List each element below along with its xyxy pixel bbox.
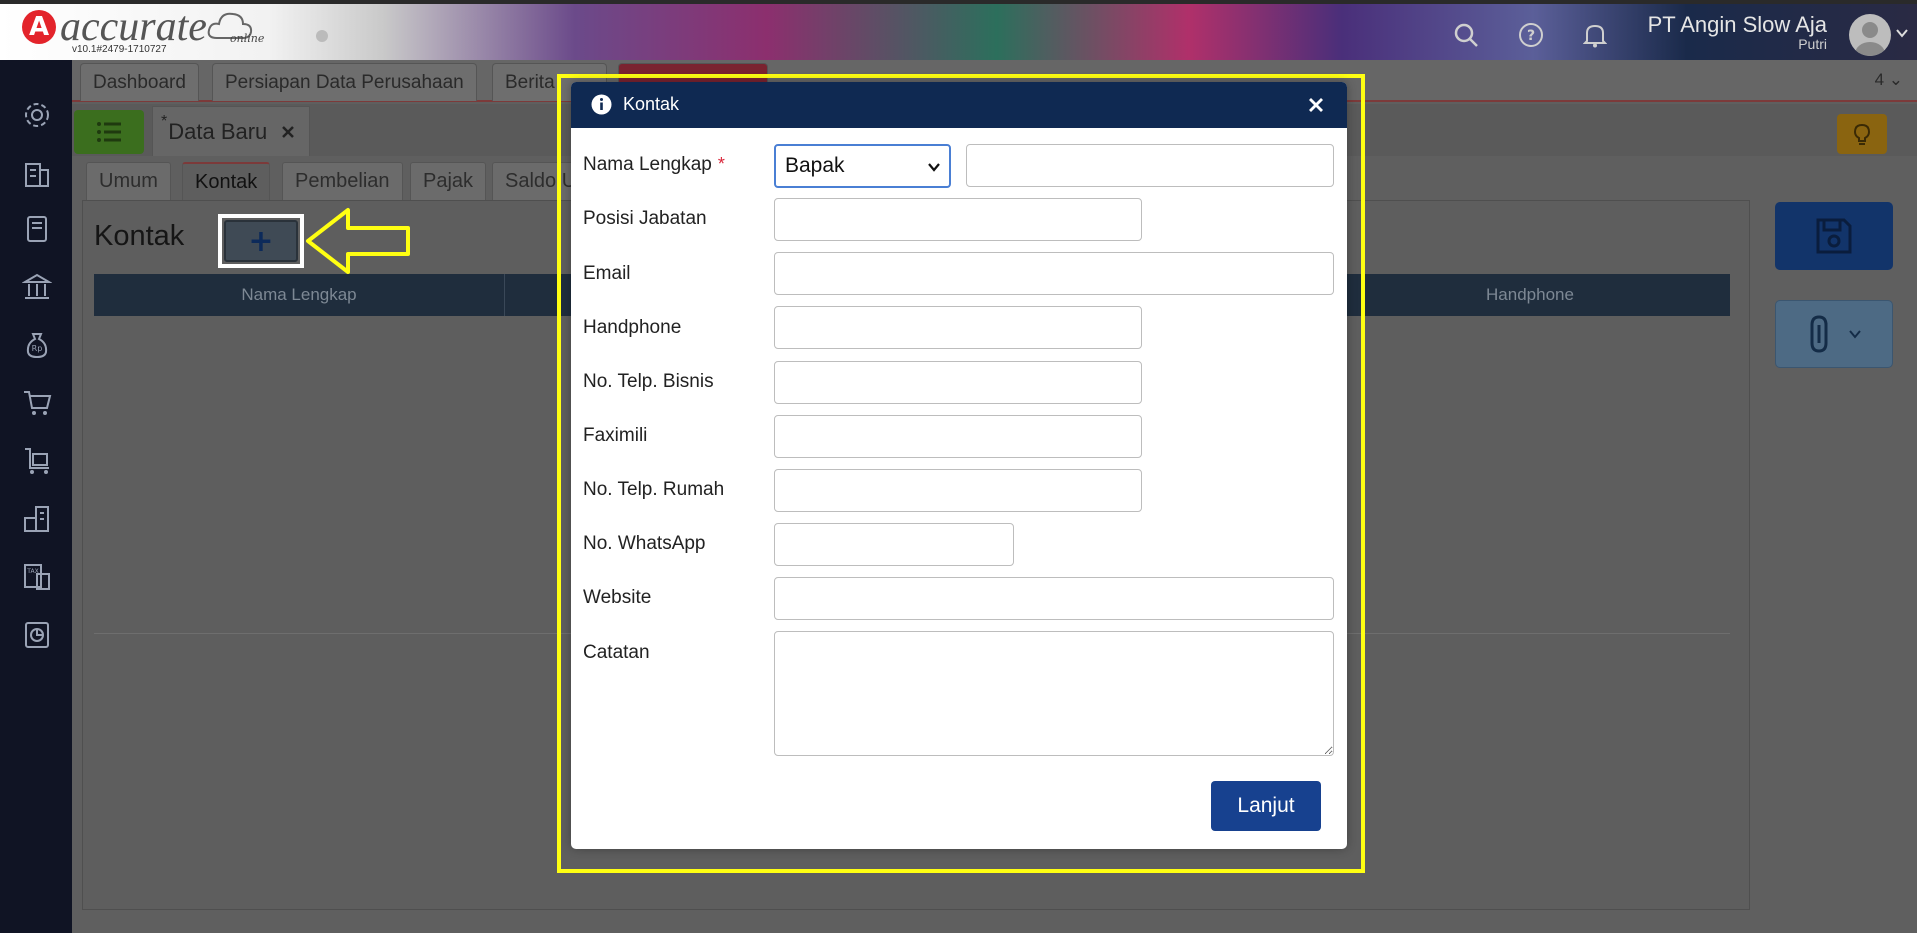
doc-tab-label: Data Baru — [168, 118, 268, 144]
tab-persiapan-data[interactable]: Persiapan Data Perusahaan — [212, 63, 477, 101]
tab-pembelian[interactable]: Pembelian — [282, 162, 403, 200]
lanjut-button[interactable]: Lanjut — [1211, 781, 1321, 831]
user-name: Putri — [1798, 36, 1827, 52]
salutation-value: Bapak — [785, 154, 845, 177]
search-icon[interactable] — [1449, 18, 1483, 52]
label-whatsapp: No. WhatsApp — [583, 533, 706, 554]
handphone-input[interactable] — [774, 306, 1142, 349]
dialog-header: Kontak — [571, 82, 1347, 128]
tab-count-value: 4 — [1874, 70, 1885, 89]
svg-text:TAX: TAX — [26, 568, 38, 575]
arrow-left-icon — [306, 208, 410, 274]
svg-text:?: ? — [1527, 28, 1535, 44]
faximili-input[interactable] — [774, 415, 1142, 458]
chevron-down-icon — [928, 163, 940, 172]
lightbulb-icon — [1853, 123, 1871, 145]
avatar[interactable] — [1849, 14, 1891, 56]
tab-umum[interactable]: Umum — [86, 162, 171, 200]
label-posisi-jabatan: Posisi Jabatan — [583, 208, 707, 229]
save-icon — [1816, 218, 1852, 254]
unsaved-marker: * — [161, 112, 168, 130]
trolley-icon[interactable] — [20, 444, 54, 478]
label-handphone: Handphone — [583, 317, 682, 338]
company-info[interactable]: PT Angin Slow Aja Putri — [1648, 12, 1827, 52]
tips-button[interactable] — [1837, 114, 1887, 154]
catatan-textarea[interactable] — [774, 631, 1334, 756]
tab-pajak[interactable]: Pajak — [410, 162, 487, 200]
telp-rumah-input[interactable] — [774, 469, 1142, 512]
tab-dashboard[interactable]: Dashboard — [80, 63, 199, 101]
gear-icon[interactable] — [20, 98, 54, 132]
company-name: PT Angin Slow Aja — [1647, 12, 1827, 37]
label-faximili: Faximili — [583, 425, 648, 446]
svg-text:Rp: Rp — [32, 344, 43, 353]
telp-bisnis-input[interactable] — [774, 361, 1142, 404]
label-nama-lengkap-text: Nama Lengkap — [583, 154, 712, 175]
tab-data-baru[interactable]: * Data Baru — [152, 106, 311, 156]
brand-sub: online — [230, 32, 265, 45]
logo-a-icon: A — [22, 10, 56, 44]
column-handphone[interactable]: Handphone — [1330, 274, 1730, 316]
label-website: Website — [583, 587, 652, 608]
kontak-dialog: Kontak Nama Lengkap * Bapak Posisi Jabata… — [571, 82, 1347, 849]
column-separator — [504, 274, 505, 316]
building-icon[interactable] — [20, 156, 54, 190]
label-email: Email — [583, 263, 631, 284]
report-icon[interactable] — [20, 618, 54, 652]
brand-name: accurate — [60, 4, 207, 50]
app-version: v10.1#2479-1710727 — [72, 44, 167, 55]
list-icon — [97, 122, 121, 142]
dialog-title: Kontak — [623, 94, 680, 114]
left-sidebar: Rp TAX — [0, 60, 72, 933]
website-input[interactable] — [774, 577, 1334, 620]
help-icon[interactable]: ? — [1514, 18, 1548, 52]
email-input[interactable] — [774, 252, 1334, 295]
app-header: A accurate online v10.1#2479-1710727 ? P… — [0, 0, 1917, 60]
chevron-down-icon — [1849, 330, 1861, 339]
add-contact-button[interactable]: + — [224, 220, 298, 262]
attachment-button[interactable] — [1775, 300, 1893, 368]
section-title: Kontak — [94, 220, 185, 252]
paperclip-icon — [1810, 315, 1828, 353]
accurate-logo[interactable]: A accurate — [22, 4, 207, 50]
label-telp-bisnis: No. Telp. Bisnis — [583, 371, 714, 392]
whatsapp-input[interactable] — [774, 523, 1014, 566]
tab-kontak[interactable]: Kontak — [182, 162, 271, 200]
close-icon[interactable] — [281, 125, 295, 139]
plus-icon: + — [248, 223, 274, 259]
tax-icon[interactable]: TAX — [20, 560, 54, 594]
column-nama-lengkap[interactable]: Nama Lengkap — [94, 274, 504, 316]
book-icon[interactable] — [20, 212, 54, 246]
posisi-jabatan-input[interactable] — [774, 198, 1142, 241]
close-icon[interactable] — [1307, 96, 1325, 114]
info-icon — [591, 94, 612, 115]
tab-count[interactable]: 4 ⌄ — [1875, 70, 1903, 90]
status-dot — [316, 30, 328, 42]
bell-icon[interactable] — [1578, 18, 1612, 52]
nama-lengkap-input[interactable] — [966, 144, 1334, 187]
list-button[interactable] — [74, 110, 144, 154]
label-nama-lengkap: Nama Lengkap * — [583, 154, 725, 176]
money-bag-icon[interactable]: Rp — [20, 328, 54, 362]
warehouse-icon[interactable] — [20, 502, 54, 536]
label-telp-rumah: No. Telp. Rumah — [583, 479, 725, 500]
save-button[interactable] — [1775, 202, 1893, 270]
bank-icon[interactable] — [20, 270, 54, 304]
required-marker: * — [717, 154, 725, 174]
salutation-select[interactable]: Bapak — [774, 144, 951, 188]
cart-icon[interactable] — [20, 386, 54, 420]
label-catatan: Catatan — [583, 642, 650, 663]
chevron-down-icon[interactable] — [1895, 26, 1909, 40]
